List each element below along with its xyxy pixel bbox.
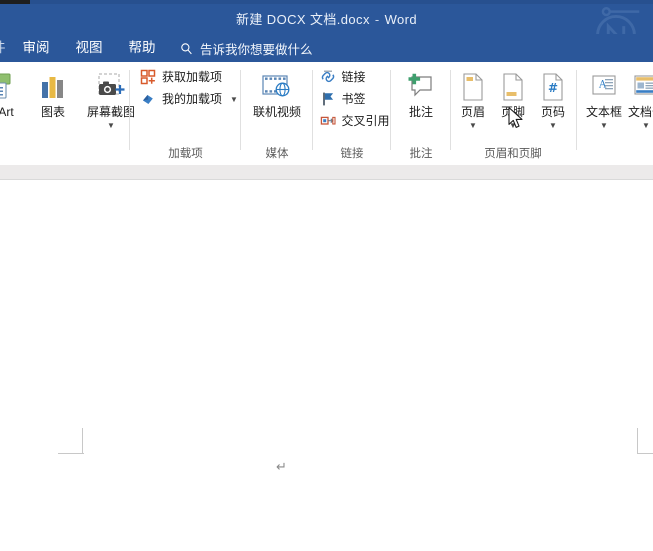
ribbon-tabs: 件 审阅 视图 帮助 bbox=[0, 34, 169, 62]
new-comment-button[interactable]: 批注 bbox=[394, 66, 448, 120]
tab-mailings-cut[interactable]: 件 bbox=[0, 35, 10, 61]
tab-view[interactable]: 视图 bbox=[63, 35, 116, 61]
cross-reference-icon bbox=[319, 112, 337, 130]
text-box-label: 文本框 bbox=[586, 105, 622, 120]
text-box-button[interactable]: A 文本框 ▼ bbox=[583, 66, 625, 130]
my-add-ins-icon bbox=[139, 90, 157, 108]
ribbon-group-comments-label: 批注 bbox=[410, 147, 433, 165]
store-icon bbox=[139, 68, 157, 86]
my-add-ins-button[interactable]: 我的加载项 ▼ bbox=[136, 88, 241, 110]
online-video-icon bbox=[260, 70, 294, 104]
ribbon-group-text: A 文本框 ▼ bbox=[580, 62, 653, 165]
header-caret-icon[interactable]: ▼ bbox=[469, 122, 477, 130]
ribbon: artArt 图表 bbox=[0, 62, 653, 166]
link-button[interactable]: 链接 bbox=[316, 66, 369, 88]
paragraph-mark: ↵ bbox=[276, 460, 287, 475]
quick-parts-icon bbox=[632, 70, 653, 104]
window-title-document: 新建 DOCX 文档.docx bbox=[236, 12, 370, 27]
quick-parts-caret-icon[interactable]: ▼ bbox=[642, 122, 650, 130]
document-canvas[interactable]: ↵ bbox=[0, 180, 653, 551]
new-comment-label: 批注 bbox=[409, 105, 433, 120]
tab-review[interactable]: 审阅 bbox=[10, 35, 63, 61]
bookmark-flag-icon bbox=[319, 90, 337, 108]
bookmark-button[interactable]: 书签 bbox=[316, 88, 369, 110]
window-title: 新建 DOCX 文档.docx-Word bbox=[0, 9, 653, 28]
ribbon-group-links-label: 链接 bbox=[341, 147, 364, 165]
link-label: 链接 bbox=[342, 69, 366, 85]
page-number-label: 页码 bbox=[541, 105, 565, 120]
margin-corner-top-right bbox=[612, 428, 638, 454]
get-add-ins-label: 获取加载项 bbox=[162, 69, 222, 85]
ribbon-group-header-footer-body: 页眉 ▼ 页脚 ▼ bbox=[453, 62, 573, 147]
quick-parts-button[interactable]: 文档部 ▼ bbox=[625, 66, 653, 130]
document-page[interactable]: ↵ bbox=[0, 180, 653, 551]
my-add-ins-caret-icon[interactable]: ▼ bbox=[230, 95, 238, 104]
title-bar: 新建 DOCX 文档.docx-Word bbox=[0, 4, 653, 34]
online-video-label: 联机视频 bbox=[253, 105, 301, 120]
svg-text:#: # bbox=[548, 81, 558, 95]
my-add-ins-label: 我的加载项 bbox=[162, 91, 222, 107]
screenshot-caret-icon[interactable]: ▼ bbox=[107, 122, 115, 130]
ribbon-group-illustrations: artArt 图表 bbox=[0, 62, 128, 165]
header-label: 页眉 bbox=[461, 105, 485, 120]
new-comment-icon bbox=[405, 70, 437, 104]
footer-caret-icon[interactable]: ▼ bbox=[509, 122, 517, 130]
footer-button[interactable]: 页脚 ▼ bbox=[493, 66, 533, 130]
page-number-caret-icon[interactable]: ▼ bbox=[549, 122, 557, 130]
chart-button[interactable]: 图表 bbox=[26, 66, 80, 120]
ribbon-group-text-body: A 文本框 ▼ bbox=[583, 62, 653, 147]
header-icon bbox=[460, 70, 486, 104]
ribbon-group-illustrations-body: artArt 图表 bbox=[0, 62, 142, 147]
tell-me-label: 告诉我你想要做什么 bbox=[200, 39, 313, 58]
window-title-dash: - bbox=[370, 12, 385, 27]
tab-help[interactable]: 帮助 bbox=[116, 35, 169, 61]
chart-icon bbox=[38, 70, 68, 104]
ribbon-separator-6 bbox=[576, 70, 577, 150]
window-title-app: Word bbox=[385, 12, 417, 27]
ribbon-group-links: 链接 书签 bbox=[316, 62, 388, 165]
margin-corner-top-left bbox=[58, 428, 84, 454]
ribbon-group-media-label: 媒体 bbox=[266, 147, 289, 165]
ribbon-tab-bar: 件 审阅 视图 帮助 告诉我你想要做什么 bbox=[0, 34, 653, 62]
ribbon-separator-5 bbox=[450, 70, 451, 150]
smartart-icon bbox=[0, 70, 15, 104]
ribbon-group-comments-body: 批注 bbox=[394, 62, 448, 147]
smartart-button[interactable]: artArt bbox=[0, 66, 26, 120]
online-video-button[interactable]: 联机视频 bbox=[246, 66, 308, 120]
ribbon-group-header-footer: 页眉 ▼ 页脚 ▼ bbox=[454, 62, 572, 165]
ribbon-group-media: 联机视频 媒体 bbox=[244, 62, 310, 165]
ribbon-bottom-band bbox=[0, 165, 653, 180]
text-box-caret-icon[interactable]: ▼ bbox=[600, 122, 608, 130]
page-number-button[interactable]: # 页码 ▼ bbox=[533, 66, 573, 130]
bookmark-label: 书签 bbox=[342, 91, 366, 107]
header-button[interactable]: 页眉 ▼ bbox=[453, 66, 493, 130]
link-icon bbox=[319, 68, 337, 86]
ribbon-separator-2 bbox=[240, 70, 241, 150]
screenshot-icon bbox=[94, 70, 128, 104]
ribbon-group-links-body: 链接 书签 bbox=[312, 62, 393, 147]
ribbon-group-add-ins-label: 加载项 bbox=[168, 147, 203, 165]
ribbon-group-header-footer-label: 页眉和页脚 bbox=[484, 147, 542, 165]
get-add-ins-button[interactable]: 获取加载项 bbox=[136, 66, 225, 88]
quick-parts-label: 文档部 bbox=[628, 105, 653, 120]
ribbon-group-add-ins: 获取加载项 我的加载项 ▼ 加载项 bbox=[133, 62, 238, 165]
search-icon bbox=[180, 42, 193, 55]
footer-label: 页脚 bbox=[501, 105, 525, 120]
smartart-label: artArt bbox=[0, 105, 14, 120]
screenshot-label: 屏幕截图 bbox=[87, 105, 135, 120]
ribbon-group-media-body: 联机视频 bbox=[244, 62, 310, 147]
word-window: 新建 DOCX 文档.docx-Word 件 审阅 视图 帮助 告诉我你想要做什… bbox=[0, 0, 653, 551]
ribbon-separator-4 bbox=[390, 70, 391, 150]
tell-me-search[interactable]: 告诉我你想要做什么 bbox=[180, 34, 313, 62]
ribbon-group-add-ins-body: 获取加载项 我的加载项 ▼ bbox=[130, 62, 241, 147]
footer-icon bbox=[500, 70, 526, 104]
cross-reference-label: 交叉引用 bbox=[342, 113, 390, 129]
ribbon-group-comments: 批注 批注 bbox=[394, 62, 448, 165]
cross-reference-button[interactable]: 交叉引用 bbox=[316, 110, 393, 132]
text-box-icon: A bbox=[590, 70, 618, 104]
chart-label: 图表 bbox=[41, 105, 65, 120]
page-number-icon: # bbox=[540, 70, 566, 104]
